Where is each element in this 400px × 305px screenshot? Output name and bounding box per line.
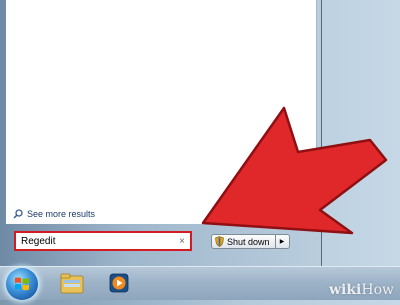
shutdown-options-arrow[interactable]: ▶ — [275, 234, 290, 249]
windows-logo-icon — [15, 277, 29, 291]
folder-icon — [60, 273, 84, 294]
taskbar-media-player-button[interactable] — [105, 269, 133, 297]
wikihow-watermark: wiki How — [329, 282, 394, 298]
search-input-value: Regedit — [21, 235, 56, 247]
search-icon — [13, 209, 23, 219]
taskbar-explorer-button[interactable] — [58, 269, 86, 297]
watermark-wiki: wiki — [328, 282, 362, 298]
desktop: See more results Regedit × Shut down ▶ w… — [0, 0, 400, 300]
search-input[interactable]: Regedit × — [14, 231, 192, 251]
media-player-icon — [109, 273, 129, 293]
shutdown-label: Shut down — [227, 236, 270, 247]
start-button[interactable] — [6, 268, 38, 300]
shutdown-group: Shut down ▶ — [211, 234, 290, 249]
watermark-how: How — [361, 282, 394, 298]
see-more-results-link[interactable]: See more results — [13, 207, 95, 221]
programs-pane — [6, 0, 317, 224]
security-shield-icon — [215, 236, 224, 247]
start-menu: See more results Regedit × Shut down ▶ — [0, 0, 322, 266]
chevron-right-icon: ▶ — [279, 239, 285, 245]
see-more-results-label: See more results — [27, 209, 96, 219]
clear-search-icon[interactable]: × — [179, 236, 185, 247]
shutdown-button[interactable]: Shut down — [211, 234, 276, 249]
